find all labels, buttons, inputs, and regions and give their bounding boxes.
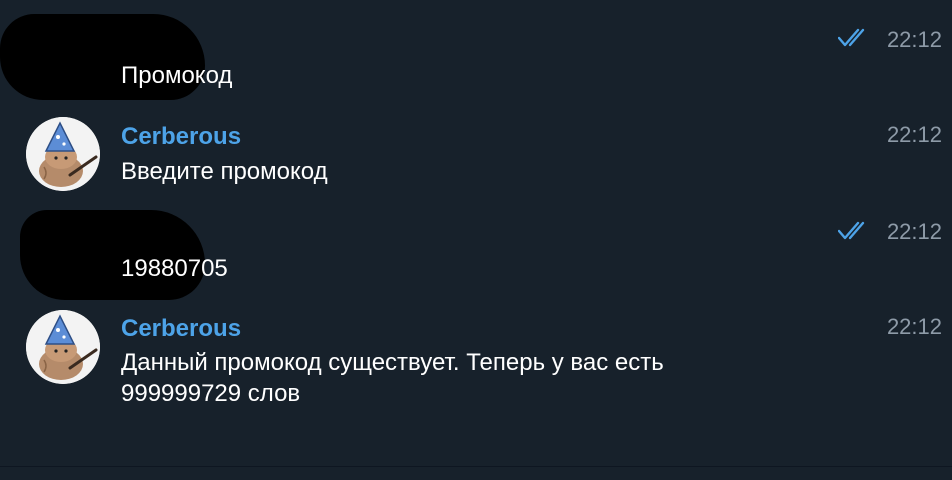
avatar[interactable]	[26, 310, 100, 384]
double-check-icon	[838, 221, 865, 240]
message-text: Промокод	[121, 62, 233, 89]
divider	[0, 466, 952, 467]
message-time: 22:12	[886, 314, 942, 339]
message-time: 22:12	[886, 27, 942, 52]
sender-name[interactable]: Cerberous	[121, 315, 241, 343]
wizard-cat-avatar-icon	[26, 310, 100, 384]
sender-name[interactable]: Cerberous	[121, 123, 241, 151]
double-check-icon	[838, 28, 865, 47]
message-text: Данный промокод существует. Теперь у вас…	[121, 349, 664, 407]
wizard-cat-avatar-icon	[26, 117, 100, 191]
message-outgoing[interactable]: 22:12 Промокод	[0, 0, 952, 110]
message-incoming[interactable]: Cerberous 22:12 Введите промокод	[0, 110, 952, 205]
message-incoming[interactable]: Cerberous 22:12 Данный промокод существу…	[0, 302, 952, 422]
message-text: 19880705	[121, 255, 228, 282]
message-outgoing[interactable]: 22:12 19880705	[0, 205, 952, 300]
message-time: 22:12	[886, 122, 942, 147]
message-time: 22:12	[886, 219, 942, 244]
message-text: Введите промокод	[121, 158, 328, 185]
avatar[interactable]	[26, 117, 100, 191]
